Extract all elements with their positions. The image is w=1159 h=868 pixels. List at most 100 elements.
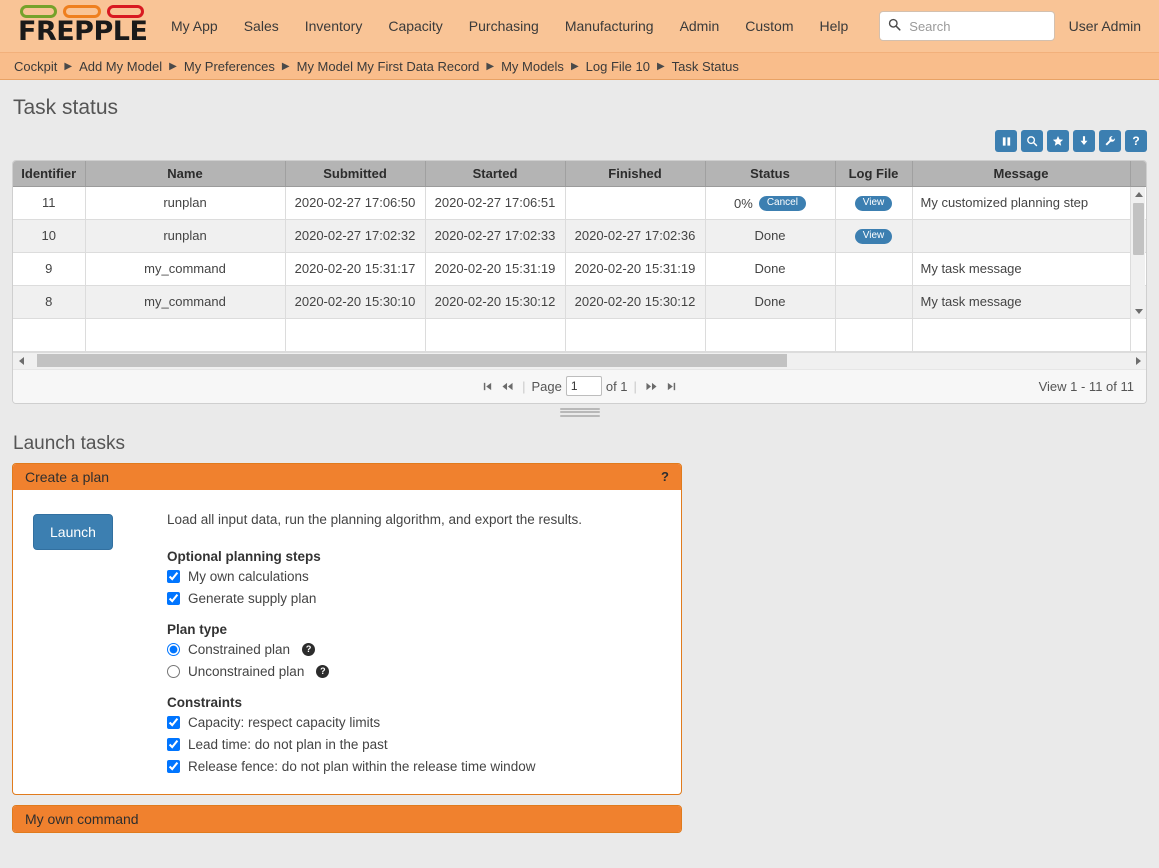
column-header-identifier[interactable]: Identifier [13,161,85,186]
help-icon[interactable]: ? [316,665,329,678]
table-row[interactable]: 8 my_command 2020-02-20 15:30:10 2020-02… [13,285,1146,318]
help-icon[interactable]: ? [1125,130,1147,152]
grid-vertical-scrollbar[interactable] [1130,187,1145,319]
nav-item-inventory[interactable]: Inventory [292,10,376,42]
grid-resize-handle[interactable] [560,408,600,417]
nav-item-purchasing[interactable]: Purchasing [456,10,552,42]
breadcrumb: Cockpit ▶ Add My Model ▶ My Preferences … [0,52,1159,80]
user-menu[interactable]: User Admin [1069,18,1141,34]
help-icon[interactable]: ? [661,469,669,484]
column-header-logfile[interactable]: Log File [835,161,912,186]
option-constrained-plan[interactable]: Constrained plan ? [167,642,661,657]
option-release-fence-constraint[interactable]: Release fence: do not plan within the re… [167,759,661,774]
plan-form: Load all input data, run the planning al… [133,512,661,774]
pager-controls: | Page of 1 | [480,376,679,396]
nav-item-sales[interactable]: Sales [231,10,292,42]
column-header-status[interactable]: Status [705,161,835,186]
table-row[interactable]: 11 runplan 2020-02-27 17:06:50 2020-02-2… [13,186,1146,219]
previous-page-icon[interactable] [499,381,516,392]
help-icon[interactable]: ? [302,643,315,656]
nav-item-admin[interactable]: Admin [667,10,733,42]
group-label: Plan type [167,622,661,637]
task-table: Identifier Name Submitted Started Finish… [13,161,1146,352]
scroll-down-icon[interactable] [1131,304,1146,319]
search-box[interactable] [879,11,1055,41]
next-page-icon[interactable] [643,381,660,392]
cell-started: 2020-02-20 15:30:12 [425,285,565,318]
nav-item-my-app[interactable]: My App [158,10,231,42]
last-page-icon[interactable] [664,381,679,392]
horizontal-scroll-track[interactable] [29,354,1130,367]
horizontal-scroll-thumb[interactable] [37,354,787,367]
first-page-icon[interactable] [480,381,495,392]
column-header-name[interactable]: Name [85,161,285,186]
table-row-partial[interactable] [13,318,1146,351]
panel-description: Load all input data, run the planning al… [167,512,661,527]
cell-logfile [835,318,912,351]
checkbox-release-fence-constraint[interactable] [167,760,180,773]
star-icon[interactable] [1047,130,1069,152]
cancel-button[interactable]: Cancel [759,196,806,211]
breadcrumb-separator-icon: ▶ [282,61,290,72]
checkbox-lead-time-constraint[interactable] [167,738,180,751]
checkbox-capacity-constraint[interactable] [167,716,180,729]
scroll-left-icon[interactable] [13,353,29,369]
option-label: Capacity: respect capacity limits [188,715,380,730]
search-input[interactable] [907,18,1046,35]
cell-status [705,318,835,351]
logo-text: FREPPLE [12,18,144,46]
option-unconstrained-plan[interactable]: Unconstrained plan ? [167,664,661,679]
breadcrumb-item-my-models[interactable]: My Models [501,59,564,74]
download-icon[interactable] [1073,130,1095,152]
cell-finished [565,186,705,219]
scroll-up-icon[interactable] [1131,187,1146,202]
option-my-own-calculations[interactable]: My own calculations [167,569,661,584]
breadcrumb-item-my-preferences[interactable]: My Preferences [184,59,275,74]
checkbox-generate-supply-plan[interactable] [167,592,180,605]
frepple-logo[interactable]: FREPPLE [12,4,144,48]
view-log-button[interactable]: View [855,196,893,211]
breadcrumb-item-cockpit[interactable]: Cockpit [14,59,57,74]
radio-constrained-plan[interactable] [167,643,180,656]
column-header-started[interactable]: Started [425,161,565,186]
panel-header[interactable]: My own command [13,806,681,832]
option-generate-supply-plan[interactable]: Generate supply plan [167,591,661,606]
nav-item-capacity[interactable]: Capacity [375,10,455,42]
nav-item-manufacturing[interactable]: Manufacturing [552,10,667,42]
breadcrumb-item-my-model-record[interactable]: My Model My First Data Record [297,59,480,74]
table-row[interactable]: 10 runplan 2020-02-27 17:02:32 2020-02-2… [13,219,1146,252]
progress-percent: 0% [734,196,753,211]
cell-logfile [835,285,912,318]
pause-icon[interactable] [995,130,1017,152]
search-icon [888,18,901,34]
table-row[interactable]: 9 my_command 2020-02-20 15:31:17 2020-02… [13,252,1146,285]
launch-button[interactable]: Launch [33,514,113,550]
breadcrumb-item-log-file[interactable]: Log File 10 [586,59,650,74]
breadcrumb-item-add-my-model[interactable]: Add My Model [79,59,162,74]
checkbox-my-own-calculations[interactable] [167,570,180,583]
radio-unconstrained-plan[interactable] [167,665,180,678]
vertical-scroll-thumb[interactable] [1133,203,1144,255]
cell-finished: 2020-02-20 15:30:12 [565,285,705,318]
search-icon[interactable] [1021,130,1043,152]
cell-message [912,219,1130,252]
page-number-input[interactable] [566,376,602,396]
nav-item-help[interactable]: Help [806,10,861,42]
option-capacity-constraint[interactable]: Capacity: respect capacity limits [167,715,661,730]
view-log-button[interactable]: View [855,229,893,244]
scroll-right-icon[interactable] [1130,353,1146,369]
group-label: Constraints [167,695,661,710]
pager-divider: | [634,379,637,394]
panel-header[interactable]: Create a plan ? [13,464,681,490]
wrench-icon[interactable] [1099,130,1121,152]
column-header-submitted[interactable]: Submitted [285,161,425,186]
column-header-finished[interactable]: Finished [565,161,705,186]
cell-spacer [1130,318,1146,351]
nav-item-custom[interactable]: Custom [732,10,806,42]
panel-my-own-command: My own command [12,805,682,833]
grid-horizontal-scrollbar[interactable] [13,352,1146,369]
breadcrumb-item-task-status[interactable]: Task Status [672,59,739,74]
option-lead-time-constraint[interactable]: Lead time: do not plan in the past [167,737,661,752]
column-header-message[interactable]: Message [912,161,1130,186]
option-label: Lead time: do not plan in the past [188,737,388,752]
